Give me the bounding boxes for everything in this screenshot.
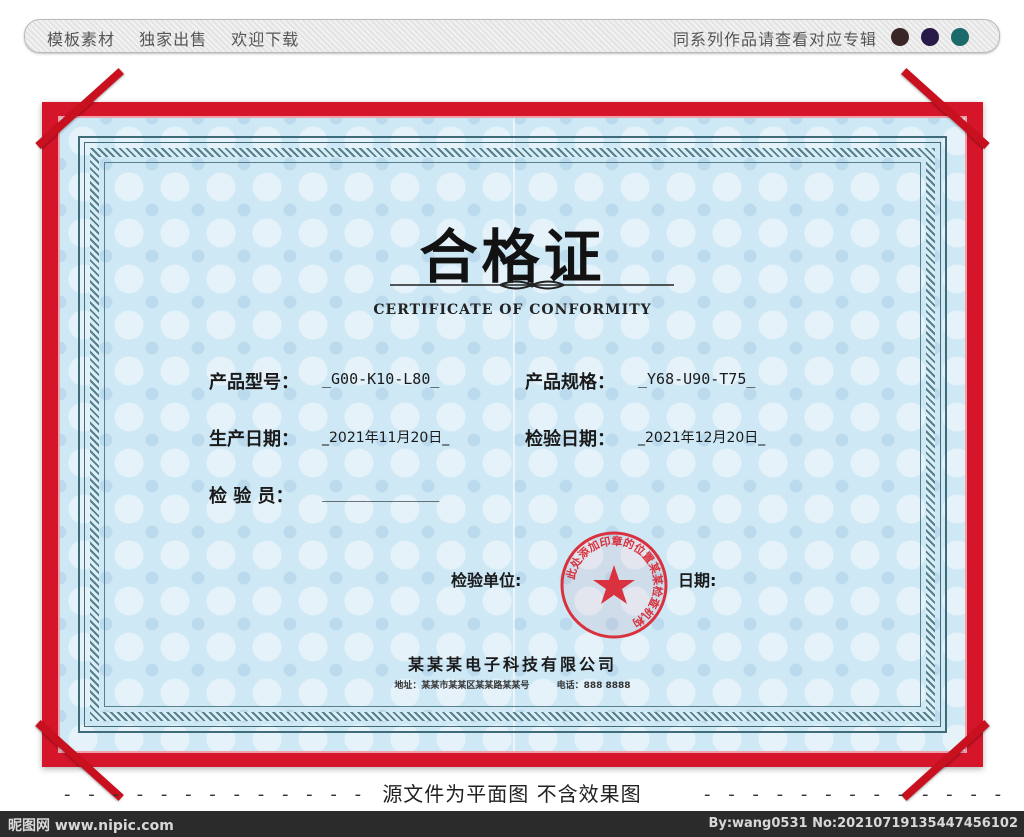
banner-right-text[interactable]: 同系列作品请查看对应专辑	[673, 26, 877, 50]
inspector-label: 检 验 员：	[209, 486, 294, 507]
production-date-value: _2021年11月20日_	[322, 430, 450, 446]
inspector-blank: _____________	[322, 484, 440, 502]
certificate-paper: 合格证 CERTIFICATE OF CONFORMITY 产品型号： _G00…	[60, 118, 965, 751]
spec-label: 产品规格：	[525, 372, 615, 393]
certificate: 合格证 CERTIFICATE OF CONFORMITY 产品型号： _G00…	[35, 68, 990, 801]
swatch-dot-purple[interactable]	[921, 28, 939, 46]
inspection-date-value: _2021年12月20日_	[638, 430, 766, 446]
title-ornament	[390, 280, 674, 290]
production-date-label: 生产日期：	[209, 429, 299, 450]
banner-item-template[interactable]: 模板素材	[47, 30, 115, 49]
inspection-date-label: 检验日期：	[525, 429, 615, 450]
inspection-unit-label: 检验单位:	[451, 571, 522, 590]
author-id-watermark: By:wang0531 No:20210719135447456102	[708, 816, 1018, 831]
top-banner: 模板素材 独家出售 欢迎下载 同系列作品请查看对应专辑	[24, 19, 1000, 53]
company-address: 地址：某某市某某区某某路某某号	[394, 681, 530, 691]
company-name: 某某某电子科技有限公司	[407, 655, 617, 674]
banner-left-text: 模板素材 独家出售 欢迎下载	[47, 26, 317, 50]
site-watermark[interactable]: 昵图网 www.nipic.com	[8, 815, 174, 835]
spec-value: _Y68-U90-T75_	[638, 370, 756, 388]
date-label: 日期:	[678, 571, 717, 590]
banner-item-download[interactable]: 欢迎下载	[231, 30, 299, 49]
certificate-subtitle: CERTIFICATE OF CONFORMITY	[373, 302, 652, 318]
dashes-right: - - - - - - - - - - - - -	[704, 784, 1008, 805]
model-label: 产品型号：	[209, 372, 299, 393]
company-contact: 地址：某某市某某区某某路某某号 电话：888 8888	[60, 678, 965, 691]
model-value: _G00-K10-L80_	[322, 370, 440, 388]
banner-item-exclusive[interactable]: 独家出售	[139, 30, 207, 49]
company-phone: 电话：888 8888	[556, 681, 631, 691]
swatch-dot-brown[interactable]	[891, 28, 909, 46]
watermark-footer: 昵图网 www.nipic.com By:wang0531 No:2021071…	[0, 811, 1024, 837]
red-seal-stamp: 此处添加印章的位置某某检查机构	[560, 531, 668, 639]
swatch-dot-teal[interactable]	[951, 28, 969, 46]
